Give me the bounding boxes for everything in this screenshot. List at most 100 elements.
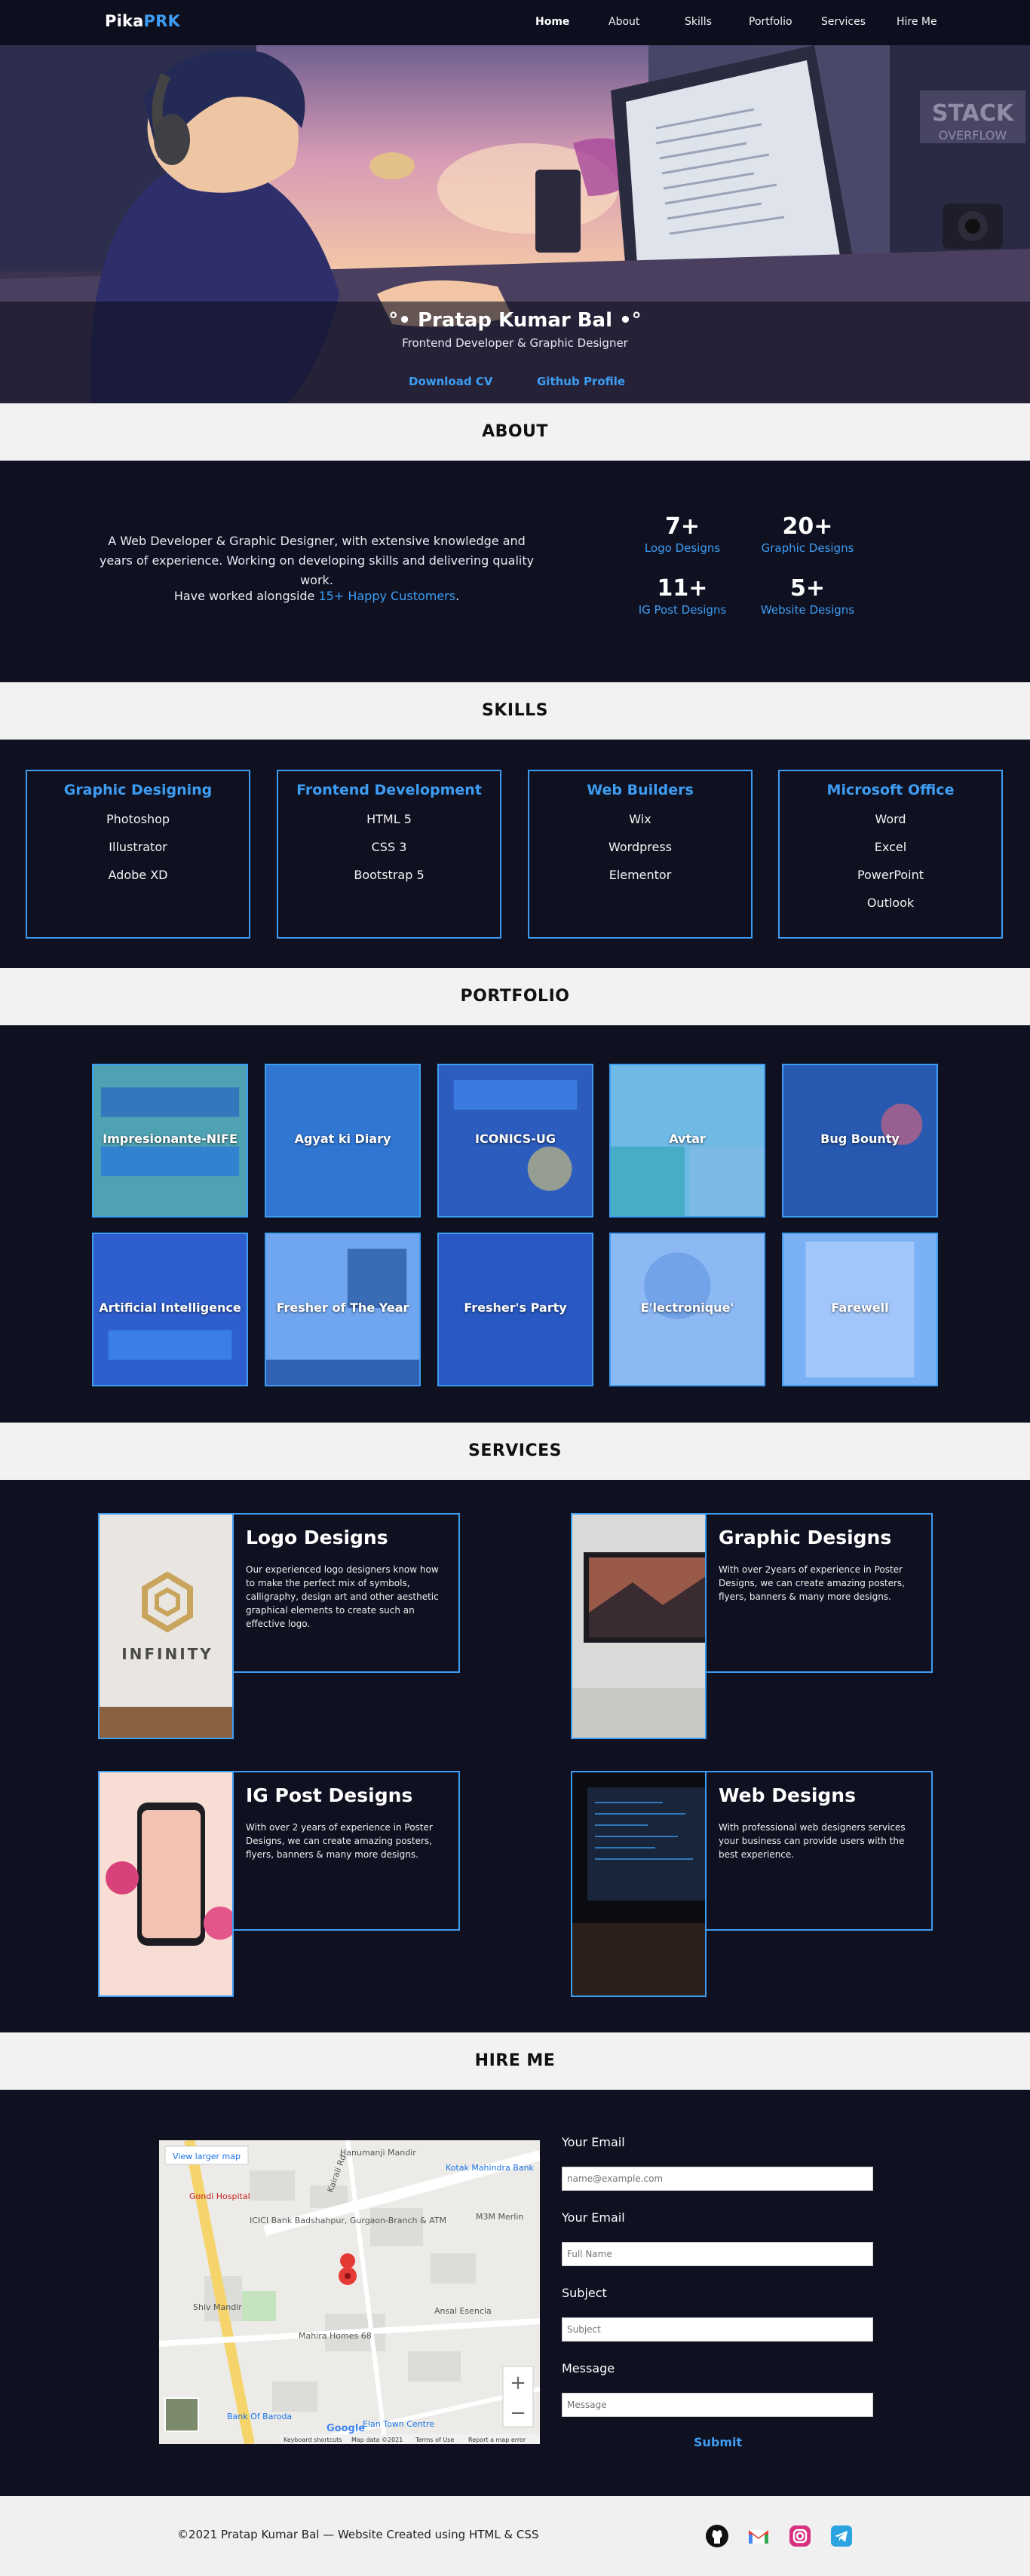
service-box: IG Post Designs With over 2 years of exp… [232, 1771, 460, 1931]
map-label: Kotak Mahindra Bank [446, 2163, 535, 2173]
about-customers-suffix: . [455, 589, 460, 603]
nav-services[interactable]: Services [821, 16, 866, 28]
map-label: Bank Of Baroda [227, 2412, 292, 2421]
skill-item: Wix [629, 812, 651, 826]
skill-card-title: Frontend Development [296, 782, 482, 798]
github-profile-link[interactable]: Github Profile [537, 375, 625, 388]
portfolio-item-impresionante[interactable]: Impresionante-NIFE [92, 1064, 248, 1218]
subject-label: Subject [562, 2286, 607, 2300]
stat-label: IG Post Designs [638, 603, 727, 617]
stat-number: 7+ [664, 513, 700, 540]
portfolio-item-caption: Farewell [831, 1300, 889, 1315]
map-larger-link[interactable]: View larger map [173, 2152, 241, 2161]
copyright-text: ©2021 Pratap Kumar Bal — Website Created… [177, 2528, 539, 2541]
stat-label: Graphic Designs [761, 541, 854, 555]
portfolio-item-iconics-ug[interactable]: ICONICS-UG [437, 1064, 593, 1218]
stat-logo-designs: 7+ Logo Designs [618, 513, 746, 555]
hero-section: STACK OVERFLOW °• Pratap Kumar Bal •° Fr… [0, 45, 1030, 405]
portfolio-item-artificial-intelligence[interactable]: Artificial Intelligence [92, 1233, 248, 1386]
portfolio-item-farewell[interactable]: Farewell [782, 1233, 938, 1386]
services-section: INFINITY Logo Designs Our experienced lo… [0, 1480, 1030, 2032]
sign-text-1: STACK [932, 100, 1015, 127]
map-footer-item: Map data ©2021 [351, 2437, 403, 2443]
skills-heading: SKILLS [0, 682, 1030, 740]
github-icon[interactable] [705, 2524, 729, 2548]
footer: ©2021 Pratap Kumar Bal — Website Created… [0, 2496, 1030, 2576]
map-zoom-out[interactable]: − [510, 2402, 526, 2424]
download-cv-link[interactable]: Download CV [409, 375, 492, 388]
message-input[interactable] [562, 2393, 873, 2417]
name-input[interactable] [562, 2242, 873, 2266]
sign-text-2: OVERFLOW [939, 128, 1007, 142]
portfolio-item-electronique[interactable]: E'lectronique' [609, 1233, 765, 1386]
about-section: A Web Developer & Graphic Designer, with… [0, 461, 1030, 684]
email-input[interactable] [562, 2167, 873, 2191]
map-label: M3M Merlin [476, 2212, 523, 2222]
google-map[interactable]: View larger map Hanumanji Mandir Kotak M… [159, 2140, 540, 2444]
map-label: ICICI Bank Badshahpur, Gurgaon-Branch & … [250, 2216, 446, 2225]
portfolio-heading: PORTFOLIO [0, 968, 1030, 1025]
nav-about[interactable]: About [608, 16, 639, 28]
nav-home[interactable]: Home [535, 16, 569, 28]
service-title: Graphic Designs [719, 1527, 892, 1548]
about-customers-prefix: Have worked alongside [173, 589, 319, 603]
skill-item: Elementor [608, 868, 672, 882]
map-footer-item[interactable]: Terms of Use [415, 2437, 454, 2443]
map-footer-item[interactable]: Keyboard shortcuts [284, 2437, 342, 2443]
map-zoom-in[interactable]: + [510, 2372, 526, 2394]
service-image-web [571, 1771, 707, 1997]
instagram-icon[interactable] [788, 2524, 812, 2548]
skill-card-graphic: Graphic Designing Photoshop Illustrator … [26, 770, 250, 939]
portfolio-item-caption: Impresionante-NIFE [103, 1132, 238, 1146]
map-label: Ansal Esencia [434, 2306, 492, 2316]
stat-label: Logo Designs [644, 541, 721, 555]
map-brand: Google [326, 2423, 365, 2434]
service-image-logo: INFINITY [98, 1513, 234, 1739]
portfolio-item-freshers-party[interactable]: Fresher's Party [437, 1233, 593, 1386]
portfolio-item-bug-bounty[interactable]: Bug Bounty [782, 1064, 938, 1218]
service-box: Graphic Designs With over 2years of expe… [705, 1513, 933, 1673]
skill-item: PowerPoint [857, 868, 924, 882]
nav-hire-me[interactable]: Hire Me [897, 16, 937, 28]
about-customers: Have worked alongside 15+ Happy Customer… [90, 587, 543, 606]
nav-skills[interactable]: Skills [685, 16, 712, 28]
subject-input[interactable] [562, 2317, 873, 2342]
name-label: Your Email [562, 2210, 625, 2225]
service-card-logo-designs: INFINITY Logo Designs Our experienced lo… [98, 1513, 460, 1739]
portfolio-section: Impresionante-NIFE Agyat ki Diary ICONIC… [0, 1025, 1030, 1423]
skill-item: CSS 3 [371, 840, 407, 854]
service-title: Web Designs [719, 1784, 856, 1806]
skill-item: HTML 5 [366, 812, 412, 826]
portfolio-item-caption: Fresher of The Year [276, 1300, 409, 1315]
submit-button[interactable]: Submit [694, 2435, 742, 2449]
portfolio-item-caption: Bug Bounty [820, 1132, 900, 1146]
telegram-icon[interactable] [829, 2524, 854, 2548]
portfolio-item-caption: ICONICS-UG [475, 1132, 556, 1146]
skill-item: Excel [874, 840, 907, 854]
service-box: Logo Designs Our experienced logo design… [232, 1513, 460, 1673]
nav-portfolio[interactable]: Portfolio [749, 16, 792, 28]
stat-ig-post-designs: 11+ IG Post Designs [618, 575, 746, 617]
map-footer-item[interactable]: Report a map error [468, 2437, 526, 2443]
service-text: With professional web designers services… [719, 1822, 906, 1860]
hero-subtitle: Frontend Developer & Graphic Designer [402, 336, 628, 350]
portfolio-item-avtar[interactable]: Avtar [609, 1064, 765, 1218]
stat-number: 5+ [789, 575, 825, 602]
stat-number: 20+ [782, 513, 833, 540]
gmail-icon[interactable] [746, 2524, 771, 2548]
skill-card-microsoft-office: Microsoft Office Word Excel PowerPoint O… [778, 770, 1003, 939]
logo-art-text: INFINITY [121, 1645, 213, 1663]
map-label: Elan Town Centre [363, 2419, 434, 2429]
about-customers-highlight: 15+ Happy Customers [318, 589, 456, 603]
page: PikaPRK Home About Skills Portfolio Serv… [0, 0, 1030, 2576]
portfolio-item-fresher-of-the-year[interactable]: Fresher of The Year [265, 1233, 421, 1386]
map-label: Gondi Hospital [189, 2192, 250, 2201]
portfolio-item-agyat-ki-diary[interactable]: Agyat ki Diary [265, 1064, 421, 1218]
skill-item: Word [875, 812, 906, 826]
services-heading: SERVICES [0, 1423, 1030, 1480]
skill-card-title: Microsoft Office [826, 782, 955, 798]
skill-card-web-builders: Web Builders Wix Wordpress Elementor [528, 770, 753, 939]
service-text: Our experienced logo designers know how … [246, 1564, 439, 1629]
stat-number: 11+ [657, 575, 708, 602]
portfolio-item-caption: Artificial Intelligence [99, 1300, 241, 1315]
